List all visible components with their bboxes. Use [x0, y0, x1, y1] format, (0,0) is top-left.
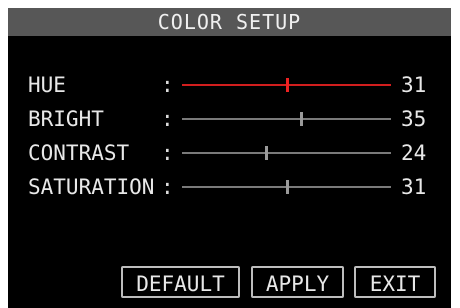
setting-colon: : — [161, 175, 174, 199]
setting-label: HUE — [28, 73, 66, 97]
contrast-slider[interactable] — [182, 146, 391, 160]
window-title: COLOR SETUP — [8, 8, 451, 36]
setting-row-hue[interactable]: HUE : 31 — [8, 70, 451, 100]
slider-thumb[interactable] — [264, 146, 268, 160]
setting-colon: : — [161, 107, 174, 131]
saturation-slider[interactable] — [182, 180, 391, 194]
default-button[interactable]: DEFAULT — [121, 266, 240, 298]
slider-thumb[interactable] — [300, 112, 304, 126]
slider-thumb[interactable] — [285, 78, 289, 92]
hue-slider[interactable] — [182, 78, 391, 92]
setting-value: 31 — [401, 175, 427, 199]
slider-thumb[interactable] — [285, 180, 289, 194]
setting-colon: : — [161, 73, 174, 97]
setting-row-bright[interactable]: BRIGHT : 35 — [8, 104, 451, 134]
bright-slider[interactable] — [182, 112, 391, 126]
setting-colon: : — [161, 141, 174, 165]
setting-value: 35 — [401, 107, 427, 131]
apply-button[interactable]: APPLY — [251, 266, 344, 298]
setting-label: BRIGHT — [28, 107, 104, 131]
setting-value: 31 — [401, 73, 427, 97]
exit-button[interactable]: EXIT — [354, 266, 436, 298]
setting-row-saturation[interactable]: SATURATION : 31 — [8, 172, 451, 202]
setting-label: SATURATION — [28, 175, 155, 199]
setting-label: CONTRAST — [28, 141, 130, 165]
setting-row-contrast[interactable]: CONTRAST : 24 — [8, 138, 451, 168]
color-setup-panel: COLOR SETUP HUE : 31 BRIGHT : 35 CONTRAS… — [8, 8, 451, 308]
setting-value: 24 — [401, 141, 427, 165]
